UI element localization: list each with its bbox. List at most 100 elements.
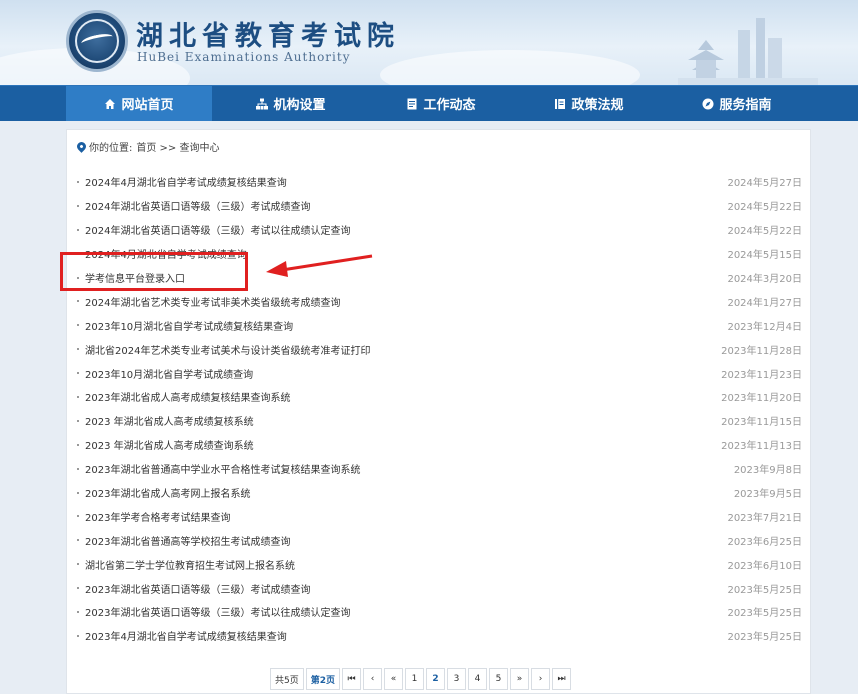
bullet-icon	[77, 300, 79, 303]
list-item-link[interactable]: 2023年10月湖北省自学考试成绩查询	[85, 366, 253, 381]
page-total: 共5页	[270, 668, 304, 690]
list-item-date: 2023年9月5日	[733, 489, 802, 501]
breadcrumb-path[interactable]: 首页 >> 查询中心	[136, 139, 219, 154]
list-item-link[interactable]: 2024年4月湖北省自学考试成绩复核结果查询	[85, 174, 287, 189]
bullet-icon	[77, 372, 79, 375]
list-item-link[interactable]: 2024年4月湖北省自学考试成绩查询	[85, 246, 247, 261]
query-center-panel: 你的位置: 首页 >> 查询中心 2024年4月湖北省自学考试成绩复核结果查询 2…	[66, 129, 811, 694]
list-item-date: 2023年11月23日	[721, 369, 802, 381]
list-item-link[interactable]: 2023年湖北省英语口语等级（三级）考试成绩查询	[85, 581, 310, 596]
list-item-date: 2023年11月28日	[721, 345, 802, 357]
last-page-button[interactable]: ⏭	[552, 668, 571, 690]
nav-item-label: 网站首页	[121, 98, 174, 113]
bullet-icon	[77, 204, 79, 207]
list-item: 2024年湖北省英语口语等级（三级）考试成绩查询 2024年5月22日	[67, 194, 812, 218]
list-item-link[interactable]: 2023 年湖北省成人高考成绩查询系统	[85, 437, 254, 452]
yellow-crane-tower-skyline-icon	[678, 18, 818, 85]
list-item-link[interactable]: 2023年湖北省成人高考成绩复核结果查询系统	[85, 389, 290, 404]
page-number-button[interactable]: 4	[468, 668, 487, 690]
list-item: 学考信息平台登录入口 2024年3月20日	[67, 266, 812, 290]
bullet-icon	[77, 539, 79, 542]
bullet-icon	[77, 467, 79, 470]
pagination: 共5页 第2页 ⏮ ‹ « 1 2 3 4 5 » › ⏭	[270, 668, 571, 690]
bullet-icon	[77, 515, 79, 518]
list-item-date: 2023年6月25日	[727, 536, 802, 548]
list-item: 湖北省2024年艺术类专业考试美术与设计类省级统考准考证打印 2023年11月28…	[67, 337, 812, 361]
page-number-button[interactable]: 5	[489, 668, 508, 690]
first-page-button[interactable]: ⏮	[342, 668, 361, 690]
list-item: 2023年湖北省普通高中学业水平合格性考试复核结果查询系统 2023年9月8日	[67, 457, 812, 481]
next-page-button[interactable]: ›	[531, 668, 550, 690]
list-item-date: 2024年5月22日	[727, 202, 802, 214]
list-item-link[interactable]: 2023年学考合格考考试结果查询	[85, 509, 230, 524]
list-item-link[interactable]: 湖北省第二学士学位教育招生考试网上报名系统	[85, 557, 295, 572]
bullet-icon	[77, 587, 79, 590]
list-item-date: 2024年5月22日	[727, 226, 802, 238]
list-item-link[interactable]: 学考信息平台登录入口	[85, 270, 185, 285]
list-item-link[interactable]: 2023年10月湖北省自学考试成绩复核结果查询	[85, 318, 293, 333]
bullet-icon	[77, 181, 79, 183]
nav-item-policy[interactable]: 政策法规	[516, 86, 662, 121]
list-item: 2023年湖北省成人高考网上报名系统 2023年9月5日	[67, 481, 812, 505]
bullet-icon	[77, 276, 79, 279]
nav-item-home[interactable]: 网站首页	[66, 86, 212, 121]
bullet-icon	[77, 443, 79, 446]
home-icon	[105, 98, 116, 109]
bullet-icon	[77, 563, 79, 566]
list-item-date: 2023年12月4日	[727, 321, 802, 333]
nav-item-label: 工作动态	[423, 98, 476, 113]
list-item-date: 2023年5月25日	[727, 632, 802, 644]
bullet-icon	[77, 611, 79, 614]
breadcrumb: 你的位置: 首页 >> 查询中心	[75, 139, 220, 154]
page-number-button[interactable]: 3	[447, 668, 466, 690]
list-item-link[interactable]: 2024年湖北省艺术类专业考试非美术类省级统考成绩查询	[85, 294, 340, 309]
list-item-link[interactable]: 2024年湖北省英语口语等级（三级）考试以往成绩认定查询	[85, 222, 350, 237]
list-item-link[interactable]: 2023年4月湖北省自学考试成绩复核结果查询	[85, 628, 287, 643]
list-item: 2023年学考合格考考试结果查询 2023年7月21日	[67, 504, 812, 528]
list-item-date: 2024年5月15日	[727, 250, 802, 262]
location-pin-icon	[75, 140, 88, 153]
list-item-link[interactable]: 2024年湖北省英语口语等级（三级）考试成绩查询	[85, 198, 310, 213]
list-item-link[interactable]: 湖北省2024年艺术类专业考试美术与设计类省级统考准考证打印	[85, 342, 370, 357]
bullet-icon	[77, 228, 79, 231]
bullet-icon	[77, 634, 79, 637]
prev-page-button[interactable]: ‹	[363, 668, 382, 690]
query-list: 2024年4月湖北省自学考试成绩复核结果查询 2024年5月27日 2024年湖北…	[67, 170, 812, 648]
bullet-icon	[77, 348, 79, 351]
list-item-date: 2023年5月25日	[727, 608, 802, 620]
list-item-link[interactable]: 2023年湖北省普通高等学校招生考试成绩查询	[85, 533, 290, 548]
list-item-date: 2023年6月10日	[727, 560, 802, 572]
list-item: 2024年4月湖北省自学考试成绩查询 2024年5月15日	[67, 242, 812, 266]
bullet-icon	[77, 491, 79, 494]
bullet-icon	[77, 396, 79, 399]
list-item-link[interactable]: 2023年湖北省成人高考网上报名系统	[85, 485, 250, 500]
list-item: 2023 年湖北省成人高考成绩查询系统 2023年11月13日	[67, 433, 812, 457]
main-nav: 网站首页 机构设置 工作动态 政策法规 服务指南	[0, 85, 858, 121]
list-item-link[interactable]: 2023年湖北省英语口语等级（三级）考试以往成绩认定查询	[85, 604, 350, 619]
page-number-button[interactable]: 2	[426, 668, 445, 690]
list-item: 2023 年湖北省成人高考成绩复核系统 2023年11月15日	[67, 409, 812, 433]
list-item: 2023年湖北省英语口语等级（三级）考试成绩查询 2023年5月25日	[67, 576, 812, 600]
list-item: 2024年4月湖北省自学考试成绩复核结果查询 2024年5月27日	[67, 170, 812, 194]
list-item-link[interactable]: 2023年湖北省普通高中学业水平合格性考试复核结果查询系统	[85, 461, 360, 476]
list-item-date: 2023年11月15日	[721, 417, 802, 429]
list-item: 湖北省第二学士学位教育招生考试网上报名系统 2023年6月10日	[67, 552, 812, 576]
nav-item-label: 政策法规	[571, 98, 624, 113]
compass-icon	[702, 98, 714, 109]
nav-item-news[interactable]: 工作动态	[368, 86, 514, 121]
site-logo[interactable]	[66, 10, 128, 72]
org-chart-icon	[256, 98, 269, 109]
next-group-button[interactable]: »	[510, 668, 529, 690]
prev-group-button[interactable]: «	[384, 668, 403, 690]
nav-item-organization[interactable]: 机构设置	[218, 86, 364, 121]
page-number-button[interactable]: 1	[405, 668, 424, 690]
list-item-date: 2023年11月20日	[721, 393, 802, 405]
list-item-date: 2023年7月21日	[727, 512, 802, 524]
bullet-icon	[77, 419, 79, 422]
list-item: 2023年湖北省成人高考成绩复核结果查询系统 2023年11月20日	[67, 385, 812, 409]
list-item: 2023年10月湖北省自学考试成绩查询 2023年11月23日	[67, 361, 812, 385]
list-item-date: 2024年1月27日	[727, 297, 802, 309]
list-item-link[interactable]: 2023 年湖北省成人高考成绩复核系统	[85, 413, 254, 428]
header-cloud-decoration	[380, 50, 640, 85]
nav-item-service-guide[interactable]: 服务指南	[664, 86, 810, 121]
